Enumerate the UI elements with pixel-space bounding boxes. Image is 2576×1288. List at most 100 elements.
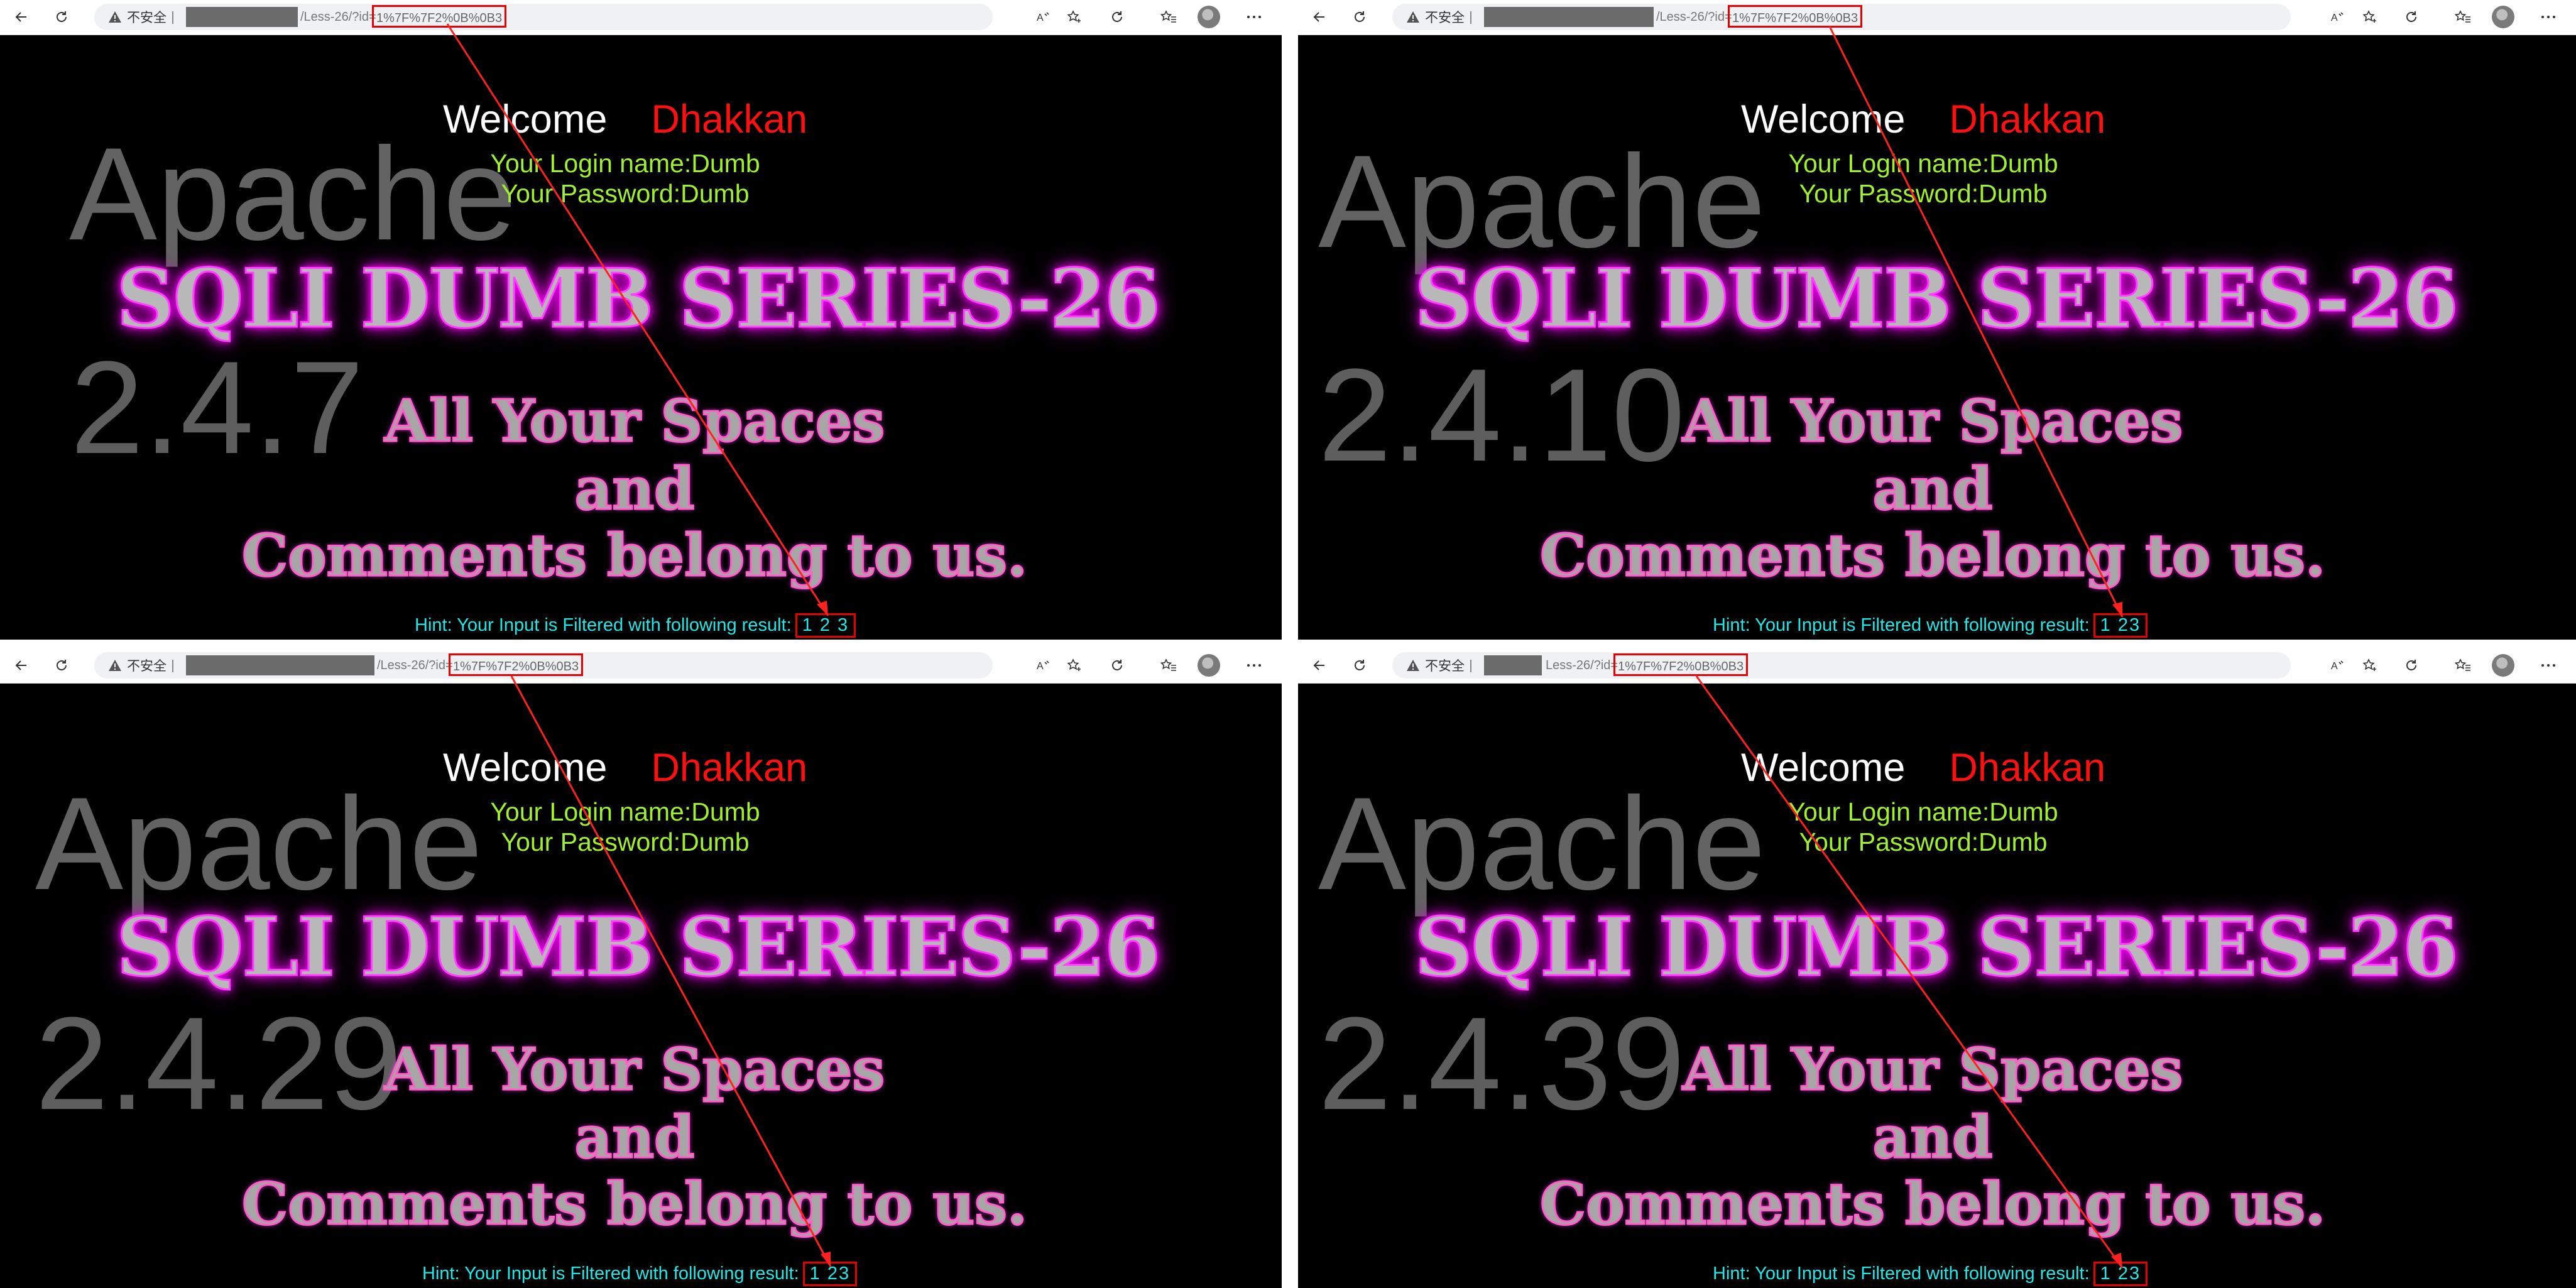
read-aloud-icon[interactable]: A	[2325, 4, 2350, 30]
address-bar[interactable]: 不安全 /Less-26/?id= 1%7F%7F2%0B%0B3	[1392, 4, 2291, 30]
welcome-name: Dhakkan	[1949, 746, 2106, 790]
favorites-icon[interactable]	[2450, 4, 2475, 30]
read-aloud-icon[interactable]: A	[1030, 4, 1056, 30]
page-content: Apache 2.4.7 Welcome Dhakkan Your Login n…	[0, 35, 1282, 640]
add-favorite-icon[interactable]	[2357, 4, 2382, 30]
tagline-line1: All Your Spaces	[1681, 387, 2183, 455]
warning-icon	[1407, 660, 1419, 671]
login-info: Your Login name:Dumb Your Password:Dumb	[1298, 797, 2548, 857]
sync-icon[interactable]	[1105, 653, 1130, 678]
address-bar[interactable]: 不安全 Less-26/?id= 1%7F%7F2%0B%0B3	[1392, 652, 2291, 679]
favorites-icon[interactable]	[2450, 653, 2475, 678]
browser-toolbar: 不安全 /Less-26/?id= 1%7F%7F2%0B%0B3 A	[0, 648, 1282, 684]
series-title: SQLI DUMB SERIES-26	[116, 900, 1162, 996]
login-name: Your Login name:Dumb	[1788, 149, 2058, 178]
read-aloud-icon[interactable]: A	[1030, 653, 1056, 678]
browser-toolbar: 不安全 /Less-26/?id= 1%7F%7F2%0B%0B3 A	[0, 0, 1282, 35]
login-password: Your Password:Dumb	[1799, 179, 2048, 208]
page-content: Apache 2.4.10 Welcome Dhakkan Your Login …	[1298, 35, 2576, 640]
filter-result: 1 23	[2093, 1262, 2148, 1286]
sync-icon[interactable]	[1105, 4, 1130, 30]
warning-icon	[109, 11, 121, 23]
svg-text:A: A	[2331, 661, 2338, 672]
url-path: /Less-26/?id=	[377, 658, 453, 672]
redacted-host	[1484, 7, 1654, 27]
address-separator	[172, 11, 173, 24]
series-title: SQLI DUMB SERIES-26	[116, 251, 1162, 347]
profile-avatar[interactable]	[1198, 654, 1220, 677]
series-title: SQLI DUMB SERIES-26	[1414, 900, 2460, 996]
back-icon[interactable]	[9, 4, 34, 30]
login-password: Your Password:Dumb	[501, 179, 750, 208]
insecure-label: 不安全	[127, 659, 166, 674]
sync-icon[interactable]	[2399, 653, 2424, 678]
address-bar[interactable]: 不安全 /Less-26/?id= 1%7F%7F2%0B%0B3	[94, 652, 993, 679]
warning-icon	[109, 660, 121, 671]
refresh-icon[interactable]	[49, 4, 74, 30]
more-menu-icon[interactable]	[2536, 4, 2561, 30]
welcome-heading: Welcome Dhakkan	[0, 745, 1250, 790]
svg-text:A: A	[1037, 661, 1044, 672]
filter-hint: Hint: Your Input is Filtered with follow…	[1713, 1262, 2148, 1286]
svg-text:A: A	[2331, 13, 2338, 23]
security-indicator[interactable]: 不安全	[108, 652, 166, 679]
login-password: Your Password:Dumb	[501, 827, 750, 856]
refresh-icon[interactable]	[1347, 653, 1372, 678]
browser-window-top-right: 不安全 /Less-26/?id= 1%7F%7F2%0B%0B3 A Apac…	[1298, 0, 2576, 640]
address-bar[interactable]: 不安全 /Less-26/?id= 1%7F%7F2%0B%0B3	[94, 4, 993, 30]
security-indicator[interactable]: 不安全	[1406, 652, 1465, 679]
read-aloud-icon[interactable]: A	[2325, 653, 2350, 678]
tagline-line3: Comments belong to us.	[1539, 1170, 2326, 1238]
insecure-label: 不安全	[1425, 659, 1465, 674]
filter-hint: Hint: Your Input is Filtered with follow…	[422, 1262, 858, 1286]
more-menu-icon[interactable]	[2536, 653, 2561, 678]
filter-hint: Hint: Your Input is Filtered with follow…	[1713, 613, 2148, 638]
add-favorite-icon[interactable]	[1062, 4, 1087, 30]
url-path: /Less-26/?id=	[1656, 10, 1732, 24]
add-favorite-icon[interactable]	[2357, 653, 2382, 678]
refresh-icon[interactable]	[1347, 4, 1372, 30]
svg-text:A: A	[1037, 13, 1044, 23]
favorites-icon[interactable]	[1156, 653, 1181, 678]
welcome-name: Dhakkan	[651, 746, 808, 790]
welcome-text: Welcome	[442, 97, 608, 141]
browser-window-top-left: 不安全 /Less-26/?id= 1%7F%7F2%0B%0B3 A Apac…	[0, 0, 1282, 640]
tagline-line3: Comments belong to us.	[241, 521, 1028, 589]
filter-result: 1 23	[2093, 613, 2148, 638]
profile-avatar[interactable]	[2492, 6, 2514, 28]
browser-window-bottom-left: 不安全 /Less-26/?id= 1%7F%7F2%0B%0B3 A Apac…	[0, 648, 1282, 1288]
refresh-icon[interactable]	[49, 653, 74, 678]
welcome-text: Welcome	[442, 746, 608, 790]
profile-avatar[interactable]	[2492, 654, 2514, 677]
login-name: Your Login name:Dumb	[490, 149, 760, 178]
security-indicator[interactable]: 不安全	[108, 4, 166, 30]
security-indicator[interactable]: 不安全	[1406, 4, 1465, 30]
welcome-name: Dhakkan	[651, 97, 808, 141]
more-menu-icon[interactable]	[1242, 653, 1267, 678]
filter-hint: Hint: Your Input is Filtered with follow…	[415, 613, 856, 638]
redacted-host	[1484, 655, 1542, 675]
add-favorite-icon[interactable]	[1062, 653, 1087, 678]
tagline-line2: and	[574, 455, 696, 523]
url-path: Less-26/?id=	[1546, 658, 1618, 672]
profile-avatar[interactable]	[1198, 6, 1220, 28]
welcome-name: Dhakkan	[1949, 97, 2106, 141]
address-separator	[1470, 660, 1471, 672]
page-content: Apache 2.4.29 Welcome Dhakkan Your Login …	[0, 684, 1282, 1288]
hint-text: Hint: Your Input is Filtered with follow…	[1713, 1263, 2090, 1284]
tagline-line1: All Your Spaces	[383, 387, 885, 455]
tagline-line3: Comments belong to us.	[241, 1170, 1028, 1238]
tagline-line2: and	[1872, 1103, 1994, 1171]
login-info: Your Login name:Dumb Your Password:Dumb	[0, 797, 1250, 857]
back-icon[interactable]	[1307, 653, 1332, 678]
login-name: Your Login name:Dumb	[1788, 797, 2058, 826]
back-icon[interactable]	[9, 653, 34, 678]
welcome-heading: Welcome Dhakkan	[1298, 97, 2548, 142]
back-icon[interactable]	[1307, 4, 1332, 30]
address-separator	[172, 660, 173, 672]
more-menu-icon[interactable]	[1242, 4, 1267, 30]
favorites-icon[interactable]	[1156, 4, 1181, 30]
welcome-text: Welcome	[1740, 746, 1906, 790]
sync-icon[interactable]	[2399, 4, 2424, 30]
tagline-line2: and	[574, 1103, 696, 1171]
